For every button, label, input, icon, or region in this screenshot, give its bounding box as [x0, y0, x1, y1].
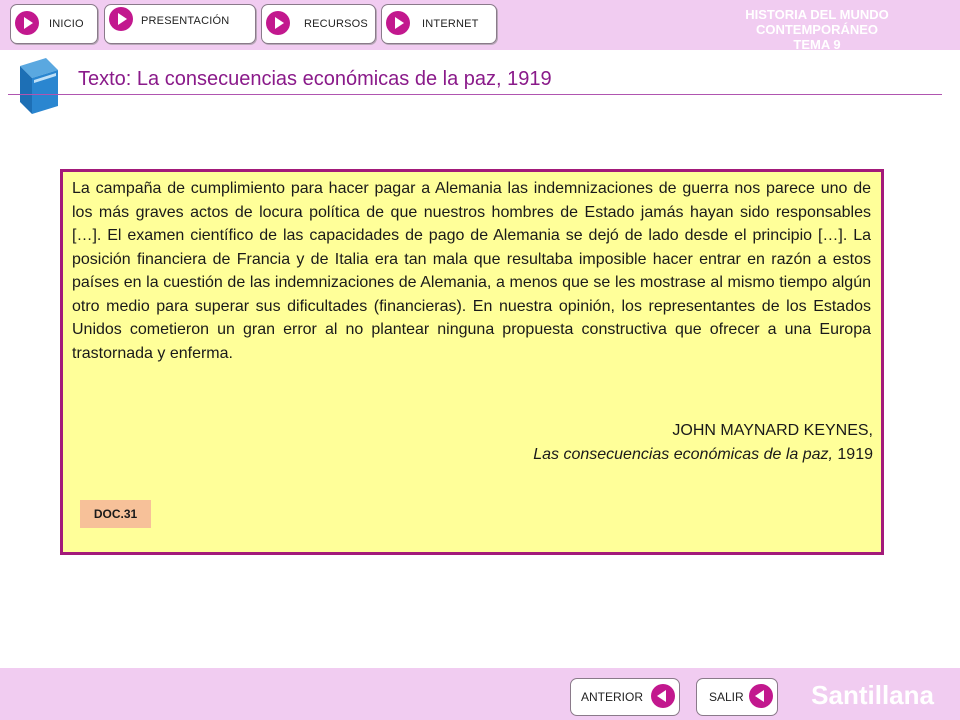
- presentacion-button[interactable]: PRESENTACIÓN: [104, 4, 256, 44]
- recursos-label: RECURSOS: [304, 18, 368, 30]
- document-text: La campaña de cumplimiento para hacer pa…: [72, 180, 871, 362]
- anterior-button[interactable]: ANTERIOR: [570, 678, 680, 716]
- internet-label: INTERNET: [422, 18, 479, 30]
- salir-label: SALIR: [709, 690, 744, 704]
- presentacion-label: PRESENTACIÓN: [141, 15, 230, 27]
- book-year: 1919: [837, 445, 873, 463]
- course-title: HISTORIA DEL MUNDO CONTEMPORÁNEO TEMA 9: [692, 7, 942, 52]
- play-icon: [109, 7, 133, 31]
- document-tag: DOC.31: [80, 500, 151, 528]
- back-arrow-icon: [749, 684, 773, 708]
- title-divider: [8, 94, 942, 95]
- play-icon: [386, 11, 410, 35]
- author-name: JOHN MAYNARD KEYNES,: [672, 422, 873, 439]
- book-icon: [20, 58, 58, 114]
- book-title: Las consecuencias económicas de la paz,: [533, 445, 833, 463]
- brand-logo: Santillana: [811, 680, 934, 710]
- play-icon: [15, 11, 39, 35]
- back-arrow-icon: [651, 684, 675, 708]
- inicio-button[interactable]: INICIO: [10, 4, 98, 44]
- book-citation: Las consecuencias económicas de la paz, …: [533, 443, 873, 467]
- inicio-label: INICIO: [49, 18, 84, 30]
- document-attribution: JOHN MAYNARD KEYNES, Las consecuencias e…: [533, 419, 873, 466]
- document-box: La campaña de cumplimiento para hacer pa…: [60, 169, 884, 555]
- course-title-line1: HISTORIA DEL MUNDO CONTEMPORÁNEO: [745, 7, 889, 37]
- play-icon: [266, 11, 290, 35]
- anterior-label: ANTERIOR: [581, 690, 644, 704]
- internet-button[interactable]: INTERNET: [381, 4, 497, 44]
- course-title-line2: TEMA 9: [793, 37, 841, 52]
- recursos-button[interactable]: RECURSOS: [261, 4, 376, 44]
- salir-button[interactable]: SALIR: [696, 678, 778, 716]
- page-title: Texto: La consecuencias económicas de la…: [78, 68, 552, 90]
